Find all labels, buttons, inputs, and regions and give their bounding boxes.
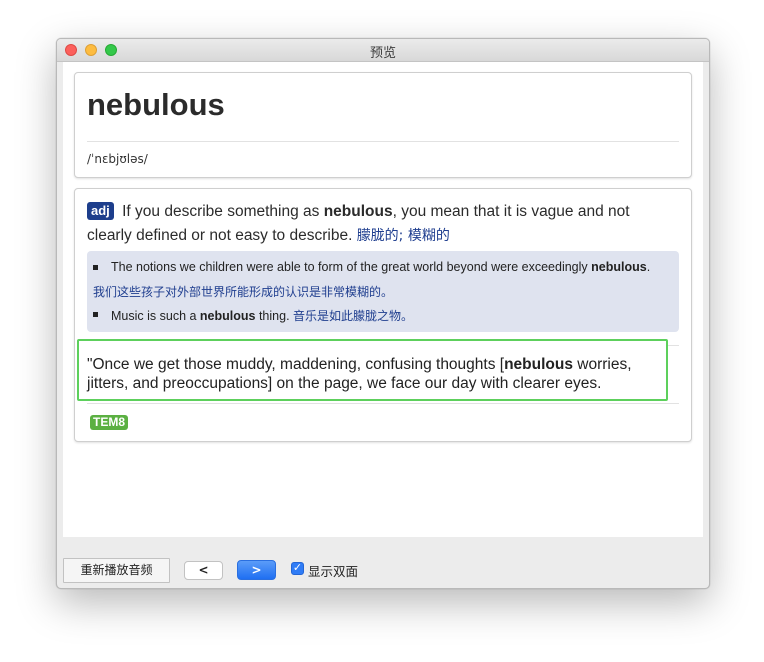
- word-card: nebulous /ˈnɛbjʊləs/: [74, 72, 692, 178]
- title-bar: 预览: [57, 39, 709, 62]
- headword: nebulous: [87, 87, 225, 122]
- divider: [87, 141, 679, 142]
- definition-text: If you describe something as: [122, 203, 324, 220]
- preview-window: 预览 nebulous /ˈnɛbjʊləs/ adj If you descr…: [56, 38, 710, 589]
- quote-box: "Once we get those muddy, maddening, con…: [77, 339, 668, 401]
- part-of-speech-badge: adj: [87, 202, 114, 220]
- divider: [87, 403, 679, 404]
- definition: adj If you describe something as nebulou…: [87, 200, 677, 248]
- exam-tag: TEM8: [90, 415, 129, 430]
- example-sentence-2: Music is such a nebulous thing. 音乐是如此朦胧之…: [93, 307, 414, 324]
- card-preview-area: nebulous /ˈnɛbjʊləs/ adj If you describe…: [63, 62, 703, 537]
- example-sentence-1: The notions we children were able to for…: [93, 260, 650, 274]
- show-both-sides-label[interactable]: 显示双面: [308, 561, 358, 580]
- phonetic: /ˈnɛbjʊləs/: [87, 152, 148, 166]
- definition-card: adj If you describe something as nebulou…: [74, 188, 692, 442]
- previous-button[interactable]: <: [184, 561, 223, 580]
- bullet-icon: [93, 312, 98, 317]
- bullet-icon: [93, 265, 98, 270]
- replay-audio-button[interactable]: 重新播放音频: [63, 558, 170, 583]
- definition-keyword: nebulous: [323, 203, 393, 220]
- window-title: 预览: [369, 46, 396, 61]
- examples-box: The notions we children were able to for…: [87, 251, 679, 332]
- example-translation-2: 音乐是如此朦胧之物。: [293, 309, 414, 323]
- definition-chinese: 朦胧的; 模糊的: [356, 228, 450, 244]
- quote-text: "Once we get those muddy, maddening, con…: [87, 356, 632, 392]
- next-button[interactable]: >: [237, 560, 276, 580]
- example-translation-1: 我们这些孩子对外部世界所能形成的认识是非常模糊的。: [93, 285, 394, 299]
- show-both-sides-checkbox[interactable]: ✓: [291, 562, 304, 575]
